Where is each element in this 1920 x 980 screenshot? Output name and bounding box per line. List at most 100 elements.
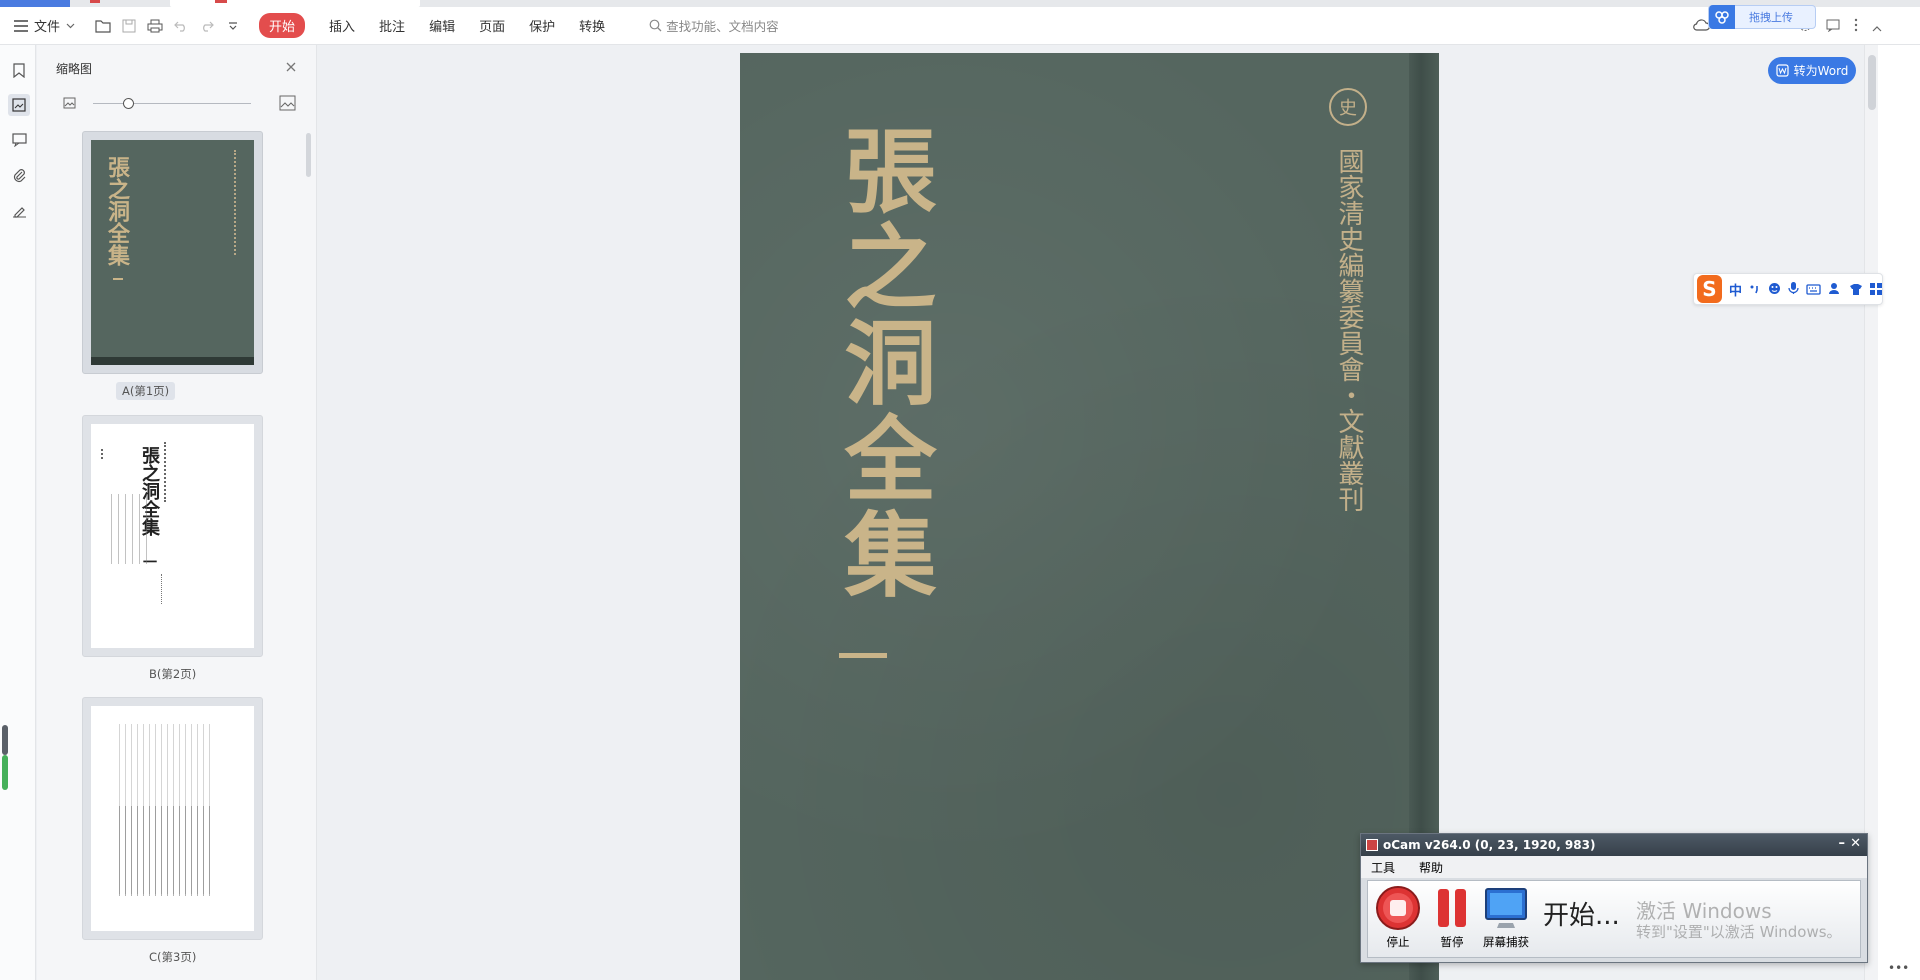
tab-pdf-marker — [90, 0, 100, 3]
ocam-menu-tools[interactable]: 工具 — [1371, 859, 1395, 876]
ocam-capture-button[interactable]: 屏幕捕获 — [1480, 885, 1532, 950]
thumbnail-page-1[interactable]: 張之洞全集 — [82, 131, 263, 374]
tab-edit[interactable]: 编辑 — [429, 16, 455, 35]
cover-series-text: 國家清史編纂委員會・文獻叢刊 — [1334, 148, 1364, 512]
microphone-icon[interactable] — [1788, 280, 1799, 299]
convert-to-word-button[interactable]: 转为Word — [1768, 57, 1856, 84]
stop-record-icon — [1376, 886, 1420, 930]
thumb1-cover-title: 張之洞全集 — [104, 156, 130, 266]
thumbnail-page-3[interactable] — [82, 697, 263, 940]
redo-icon[interactable] — [199, 18, 215, 34]
open-folder-icon[interactable] — [95, 18, 111, 34]
slider-knob[interactable] — [123, 98, 134, 109]
message-icon[interactable] — [1826, 17, 1840, 36]
main-toolbar: 文件 开始 插入 批注 编辑 页面 保护 转换 查找功能、文档内容 — [0, 7, 1920, 45]
thumbnail-page-2[interactable]: 張之洞全集 一 — [82, 415, 263, 657]
ocam-menubar: 工具 帮助 — [1361, 856, 1867, 878]
ocam-titlebar[interactable]: oCam v264.0 (0, 23, 1920, 983) – ✕ — [1361, 834, 1867, 856]
cover-volume-mark — [839, 653, 887, 658]
ocam-window[interactable]: oCam v264.0 (0, 23, 1920, 983) – ✕ 工具 帮助… — [1360, 833, 1868, 963]
skin-icon[interactable] — [1849, 280, 1863, 299]
thumbnail-title-page: 張之洞全集 一 — [91, 424, 254, 648]
thumbnail-cover: 張之洞全集 — [91, 140, 254, 365]
cover-title: 張之洞全集 — [829, 123, 937, 603]
windows-activation-watermark: 激活 Windows — [1636, 899, 1772, 923]
tab-strip — [0, 0, 1920, 7]
ocam-app-icon — [1366, 839, 1378, 851]
pause-icon — [1438, 889, 1466, 927]
print-icon[interactable] — [147, 18, 163, 34]
signature-icon[interactable] — [8, 199, 30, 221]
ocam-pause-button[interactable]: 暂停 — [1426, 885, 1478, 950]
thumbnail-label-3: C(第3页) — [149, 950, 197, 964]
more-vertical-icon[interactable] — [1854, 17, 1858, 36]
ocam-title: oCam v264.0 (0, 23, 1920, 983) — [1383, 838, 1596, 852]
ocam-stop-label: 停止 — [1386, 935, 1410, 949]
more-options-icon[interactable]: ••• — [1888, 961, 1909, 975]
toolbox-grid-icon[interactable] — [1870, 280, 1882, 299]
emoji-icon[interactable] — [1768, 280, 1781, 299]
ocam-capture-label: 屏幕捕获 — [1483, 935, 1529, 949]
image-small-icon[interactable] — [63, 97, 76, 109]
cloud-upload-icon — [1709, 5, 1735, 29]
scrollbar-thumb[interactable] — [1868, 55, 1876, 110]
thumbnail-label-2: B(第2页) — [149, 667, 197, 681]
monitor-icon — [1485, 888, 1527, 928]
document-cover-page: 張之洞全集 史 國家清史編纂委員會・文獻叢刊 — [740, 53, 1439, 980]
customize-icon[interactable] — [225, 18, 241, 34]
ocam-pause-label: 暂停 — [1440, 935, 1464, 949]
cover-seal-logo: 史 — [1329, 88, 1367, 126]
thumb2-side-mark — [101, 449, 103, 459]
thumb2-publisher-line — [161, 574, 163, 604]
tab-insert[interactable]: 插入 — [329, 16, 355, 35]
keyboard-icon[interactable] — [1806, 280, 1821, 299]
tab-accent[interactable] — [0, 0, 70, 7]
save-icon[interactable] — [121, 18, 137, 34]
panel-scrollbar[interactable] — [306, 133, 311, 177]
user-icon[interactable] — [1828, 280, 1842, 299]
tab-start[interactable]: 开始 — [259, 13, 306, 38]
close-icon[interactable]: ✕ — [1850, 836, 1861, 851]
search-placeholder: 查找功能、文档内容 — [666, 19, 779, 34]
comment-icon[interactable] — [8, 129, 30, 151]
tab-convert[interactable]: 转换 — [579, 16, 605, 35]
bookmark-icon[interactable] — [8, 59, 30, 81]
thumb3-text-columns-dense — [119, 806, 214, 896]
undo-icon[interactable] — [173, 18, 189, 34]
slider-track[interactable] — [93, 103, 251, 104]
image-large-icon[interactable] — [279, 95, 296, 111]
thumbnail-zoom-slider[interactable] — [55, 95, 299, 113]
word-icon — [1775, 64, 1789, 77]
drag-upload-popup[interactable]: 拖拽上传 — [1708, 5, 1816, 29]
thumbnail-panel: 缩略图 張之洞全集 A(第1页) 張之洞全集 一 B(第2页) C(第3页) — [37, 45, 317, 980]
tab-protect[interactable]: 保护 — [529, 16, 555, 35]
right-side-panel — [1878, 45, 1920, 980]
rail-progress-green — [2, 755, 8, 790]
thumb1-series-text — [234, 150, 236, 255]
thumbnail-text-page — [91, 706, 254, 931]
tab-active[interactable] — [170, 0, 420, 7]
tab-page[interactable]: 页面 — [479, 16, 505, 35]
attachment-icon[interactable] — [8, 164, 30, 186]
rail-progress-dark — [2, 725, 8, 755]
ocam-menu-help[interactable]: 帮助 — [1419, 859, 1443, 876]
ime-logo[interactable]: S — [1697, 275, 1722, 303]
left-icon-rail — [0, 45, 36, 980]
file-menu[interactable]: 文件 — [14, 16, 75, 35]
drag-upload-label: 拖拽上传 — [1749, 11, 1793, 24]
ime-toolbar[interactable]: S 中 — [1693, 273, 1883, 305]
punctuation-icon[interactable] — [1749, 280, 1761, 299]
ime-language-toggle[interactable]: 中 — [1729, 280, 1742, 299]
thumbnail-icon[interactable] — [8, 94, 30, 116]
minimize-icon[interactable]: – — [1839, 836, 1846, 851]
file-label: 文件 — [34, 20, 61, 35]
ocam-controls: 停止 暂停 屏幕捕获 开始... 激活 Windows 转到"设置"以激活 Wi… — [1367, 880, 1861, 958]
search-box[interactable]: 查找功能、文档内容 — [649, 16, 779, 35]
ocam-status: 开始... — [1543, 901, 1620, 931]
close-icon[interactable] — [284, 59, 298, 73]
tab-comment[interactable]: 批注 — [379, 16, 405, 35]
windows-activation-hint: 转到"设置"以激活 Windows。 — [1636, 923, 1842, 941]
ocam-stop-button[interactable]: 停止 — [1372, 885, 1424, 950]
thumb1-bottom-band — [91, 357, 254, 365]
collapse-icon[interactable] — [1872, 17, 1882, 36]
